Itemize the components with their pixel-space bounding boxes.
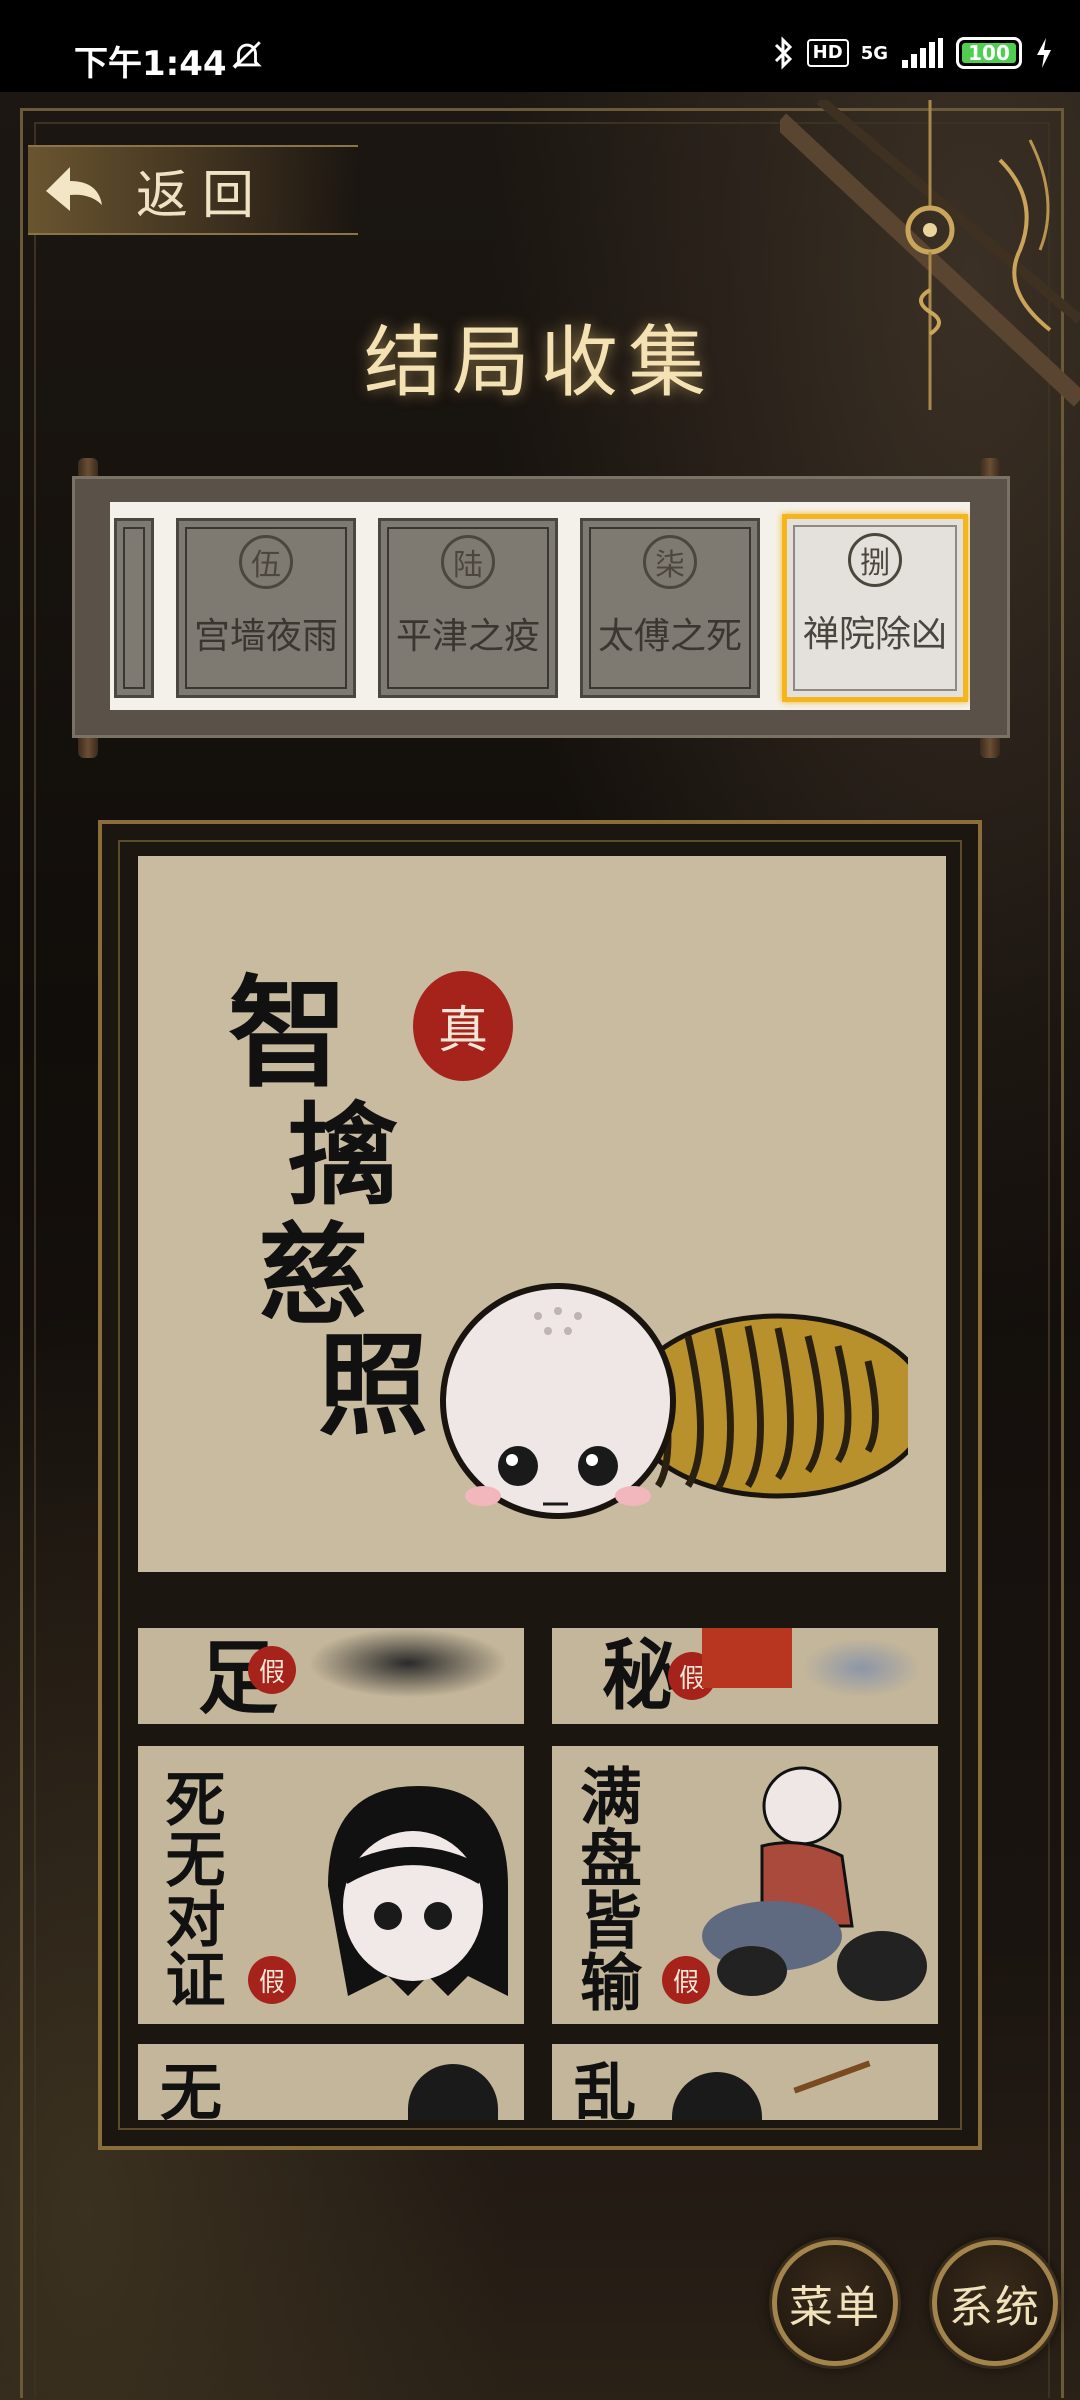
hd-icon: HD [806,39,849,67]
chapter-tab-label: 禅院除凶 [802,614,947,655]
ending-title: 满盘皆输 [569,1764,642,2012]
bell-off-icon [232,41,262,69]
monk-illustration [440,1283,908,1519]
chapter-tab-label: 太傅之死 [597,616,742,657]
bluetooth-icon [774,36,792,70]
chapter-tab-6[interactable]: 陆 平津之疫 [378,518,558,698]
chapter-tab-5[interactable]: 伍 宫墙夜雨 [176,518,356,698]
battery-icon: 100 [956,37,1022,69]
ending-title: 无 [160,2056,223,2121]
signal-icon [902,38,943,68]
charging-icon [1037,38,1051,68]
false-seal: 假 [248,1956,296,2004]
chapter-number-badge: 捌 [848,533,902,587]
ending-thumbnail[interactable]: 秘 假 [552,1628,938,1724]
ending-thumbnail[interactable]: 无 [138,2044,524,2120]
chapter-tab-label: 宫墙夜雨 [193,616,338,657]
thumbnail-art [802,1638,922,1698]
ending-thumbnail[interactable]: 乱 [552,2044,938,2120]
ending-thumbnail[interactable]: 满盘皆输 假 [552,1746,938,2024]
chapter-tab-4[interactable]: 王 [114,518,154,698]
featured-ending-image[interactable]: 智 擒 慈 照 真 [138,856,946,1572]
thumbnail-art [702,1766,927,2001]
chapter-number-badge: 伍 [239,535,293,589]
chapter-number-badge: 柒 [643,535,697,589]
system-button[interactable]: 系统 [932,2240,1058,2366]
status-bar: 下午1:44 HD 5G 100 [0,0,1080,92]
chapter-tab-label: 王 [110,607,167,659]
network-type: 5G [860,42,888,64]
chapter-tab-strip[interactable]: 王 伍 宫墙夜雨 陆 平津之疫 柒 太傅之死 捌 禅院除凶 [110,502,970,710]
thumbnail-art [793,2060,871,2094]
back-button[interactable]: 返回 [28,145,358,235]
chapter-tab-label: 平津之疫 [395,616,540,657]
ending-thumbnail[interactable]: 死无对证 假 [138,1746,524,2024]
status-time: 下午1:44 [74,44,227,84]
page-title: 结局收集 [363,318,716,408]
thumbnail-art [308,1628,508,1698]
ending-title: 秘 [602,1631,678,1720]
chapter-tab-7[interactable]: 柒 太傅之死 [580,518,760,698]
thumbnail-art [328,1786,508,1996]
true-seal: 真 [413,971,513,1081]
menu-button[interactable]: 菜单 [772,2240,898,2366]
ending-title: 乱 [574,2056,637,2121]
chapter-tab-8[interactable]: 捌 禅院除凶 [782,514,968,702]
back-arrow-icon [46,167,102,211]
thumbnail-art [702,1628,792,1688]
ending-thumbnail[interactable]: 足 假 [138,1628,524,1724]
back-label: 返回 [136,165,269,226]
chapter-number-badge: 陆 [441,535,495,589]
ending-title: 死无对证 [155,1768,225,2008]
thumbnail-art [408,2064,498,2120]
thumbnail-art [672,2072,762,2120]
false-seal: 假 [248,1646,296,1694]
